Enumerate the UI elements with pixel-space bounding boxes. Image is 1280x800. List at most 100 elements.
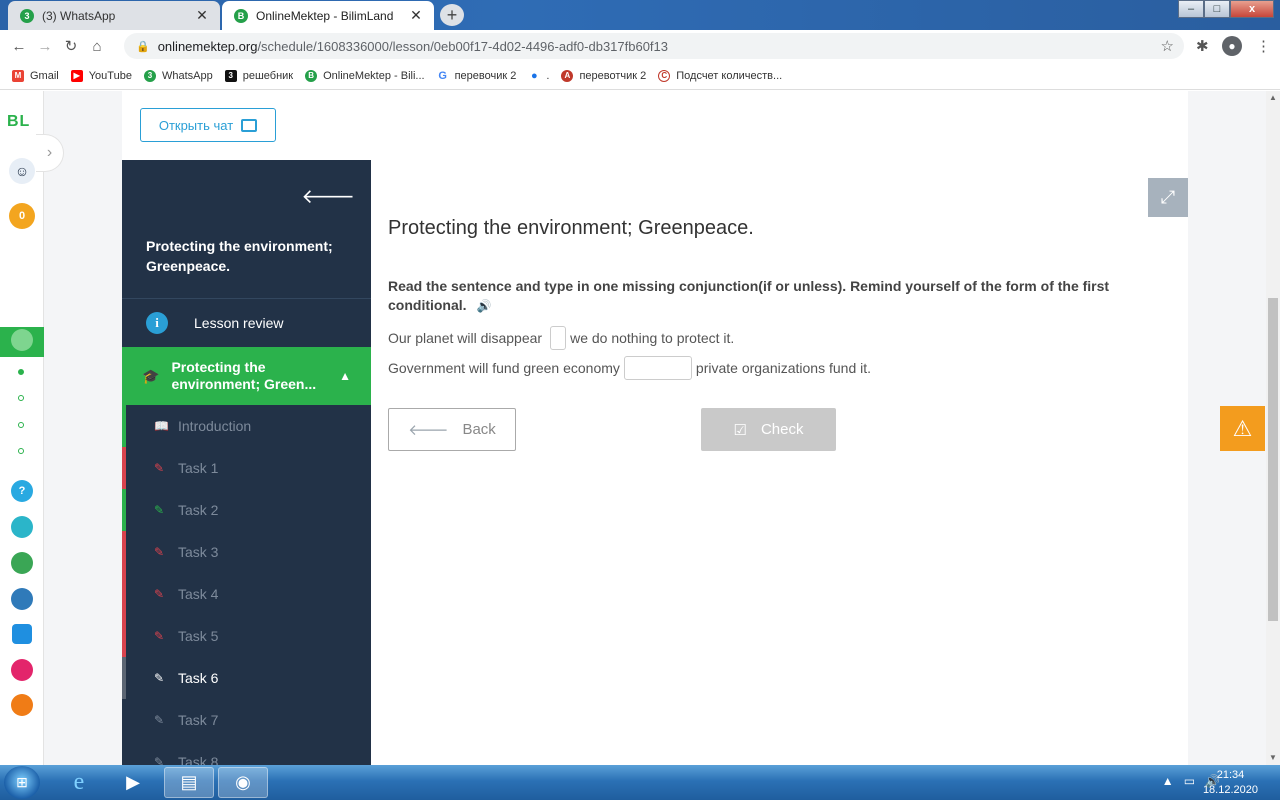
sidebar-item-task-1[interactable]: ✎ Task 1	[122, 447, 371, 489]
rail-dot[interactable]	[18, 395, 24, 401]
left-rail: BL ☺ 0 ?	[0, 91, 44, 765]
sidebar-item-task-3[interactable]: ✎ Task 3	[122, 531, 371, 573]
sentence-1-after: we do nothing to protect it.	[570, 330, 735, 346]
scroll-up-icon[interactable]: ▲	[1269, 93, 1277, 102]
minimize-button[interactable]: –	[1178, 0, 1204, 18]
bilimland-logo[interactable]: BL	[7, 113, 30, 131]
bookmark-whatsapp[interactable]: 3 WhatsApp	[143, 69, 213, 82]
help-icon[interactable]: ?	[11, 480, 33, 502]
back-button[interactable]: 🡐 Back	[388, 408, 516, 451]
home-icon[interactable]: ⌂	[84, 38, 110, 55]
chrome-icon[interactable]: ◉	[218, 767, 268, 798]
twig-icon[interactable]	[11, 659, 33, 681]
chat-icon	[241, 118, 258, 132]
maximize-button[interactable]: □	[1204, 0, 1230, 18]
expand-rail-button[interactable]: ›	[36, 134, 64, 172]
browser-toolbar: ← → ↻ ⌂ 🔒 onlinemektep.org/schedule/1608…	[0, 30, 1280, 62]
sidebar-item-task-8[interactable]: ✎ Task 8	[122, 741, 371, 765]
scrollbar-thumb[interactable]	[1268, 298, 1278, 621]
new-tab-button[interactable]: +	[440, 4, 464, 26]
youtube-icon: ▶	[70, 69, 83, 82]
fullscreen-button[interactable]: ⤢	[1148, 178, 1188, 217]
bilimland-icon: B	[305, 69, 318, 82]
tab-onlinemektep[interactable]: B OnlineMektep - BilimLand ✕	[222, 1, 434, 30]
close-tab-icon[interactable]: ✕	[408, 7, 424, 24]
reload-icon[interactable]: ↻	[58, 37, 84, 55]
checklist-icon[interactable]	[12, 624, 32, 644]
bookmark-perevochik[interactable]: Gперевочик 2	[436, 69, 516, 82]
bookmark-gmail[interactable]: M Gmail	[12, 69, 59, 82]
windows-logo-icon: ⊞	[16, 774, 28, 790]
bookmark-dot[interactable]: ●.	[528, 69, 550, 82]
tab-whatsapp[interactable]: 3 (3) WhatsApp ✕	[8, 1, 220, 30]
bookmark-youtube[interactable]: ▶ YouTube	[70, 69, 132, 82]
sidebar-item-task-7[interactable]: ✎ Task 7	[122, 699, 371, 741]
answer-input-1[interactable]	[550, 326, 567, 350]
scroll-down-icon[interactable]: ▼	[1269, 753, 1277, 762]
sidebar-item-task-4[interactable]: ✎ Task 4	[122, 573, 371, 615]
start-button[interactable]: ⊞	[4, 766, 40, 799]
user-avatar[interactable]: ☺	[9, 158, 35, 184]
open-chat-button[interactable]: Открыть чат	[140, 108, 276, 142]
bookmark-reshebnik[interactable]: 3 решебник	[224, 69, 293, 82]
url-path: /schedule/1608336000/lesson/0eb00f17-4d0…	[257, 38, 669, 54]
bookmark-perevotchik[interactable]: Aперевотчик 2	[561, 69, 646, 82]
whatsapp-favicon-icon: 3	[20, 8, 34, 23]
bookmark-star-icon[interactable]: ☆	[1161, 37, 1174, 55]
bookmark-onlinemektep[interactable]: B OnlineMektep - Bili...	[305, 69, 425, 82]
sidebar-item-label: Lesson review	[194, 314, 284, 331]
rail-dot[interactable]	[18, 448, 24, 454]
book-icon: 📖	[154, 419, 169, 433]
network-icon[interactable]: ▭	[1184, 774, 1195, 788]
bookmark-label: .	[546, 69, 550, 82]
close-tab-icon[interactable]: ✕	[194, 7, 210, 24]
browser-tab-bar: 3 (3) WhatsApp ✕ B OnlineMektep - BilimL…	[0, 0, 1280, 30]
bilimbook-icon[interactable]	[11, 588, 33, 610]
close-window-button[interactable]: x	[1230, 0, 1274, 18]
media-player-icon[interactable]: ▶	[108, 767, 158, 798]
bilimland-app-icon[interactable]	[11, 552, 33, 574]
sentence-1: Our planet will disappear we do nothing …	[388, 326, 734, 350]
speaker-icon[interactable]: 🔊	[476, 299, 491, 313]
pisa-icon[interactable]	[11, 516, 33, 538]
edit-icon: ✎	[154, 545, 165, 559]
sidebar-item-task-5[interactable]: ✎ Task 5	[122, 615, 371, 657]
sidebar-item-task-2[interactable]: ✎ Task 2	[122, 489, 371, 531]
file-explorer-icon[interactable]: ▤	[164, 767, 214, 798]
online-lesson-icon[interactable]	[11, 329, 33, 351]
info-icon: i	[146, 311, 168, 334]
imagine-icon[interactable]	[11, 694, 33, 716]
rail-dot[interactable]	[18, 422, 24, 428]
sidebar-item-lesson-review[interactable]: i Lesson review	[122, 298, 371, 346]
sidebar-section-current[interactable]: 🎓 Protecting the environment; Green... ▲	[122, 347, 371, 405]
sidebar-item-label: Task 4	[178, 586, 219, 602]
extensions-puzzle-icon[interactable]: ✱	[1196, 37, 1209, 55]
address-bar[interactable]: 🔒 onlinemektep.org/schedule/1608336000/l…	[124, 33, 1184, 59]
edit-icon: ✎	[154, 755, 165, 765]
sidebar-item-label: Task 3	[178, 544, 219, 560]
page-scrollbar[interactable]: ▲ ▼	[1266, 91, 1280, 765]
sidebar-item-introduction[interactable]: 📖 Introduction	[122, 405, 371, 447]
edit-icon: ✎	[154, 713, 165, 727]
edit-icon: ✎	[154, 629, 165, 643]
profile-avatar-icon[interactable]: ●	[1222, 36, 1242, 56]
sidebar-item-label: Task 8	[178, 754, 219, 765]
copyright-icon: C	[658, 69, 671, 82]
answer-input-2[interactable]	[623, 356, 692, 380]
arrow-left-icon[interactable]: 🡐	[301, 184, 355, 209]
forward-arrow-icon[interactable]: →	[32, 38, 58, 55]
bookmark-podschet[interactable]: C Подсчет количеств...	[658, 69, 782, 82]
back-arrow-icon[interactable]: ←	[6, 38, 32, 55]
check-button[interactable]: ☑ Check	[701, 408, 836, 451]
lock-icon: 🔒	[136, 40, 150, 53]
rail-dot[interactable]	[18, 369, 24, 375]
browser-menu-icon[interactable]: ⋮	[1256, 37, 1271, 55]
sidebar-item-task-6[interactable]: ✎ Task 6	[122, 657, 371, 699]
translator-icon: A	[561, 69, 574, 82]
internet-explorer-icon[interactable]: e	[54, 767, 104, 798]
warning-button[interactable]: ⚠	[1220, 406, 1265, 451]
sidebar-section-label: Protecting the environment; Green...	[171, 359, 317, 392]
tray-arrow-icon[interactable]: ▲	[1162, 774, 1174, 788]
system-clock[interactable]: 21:34 18.12.2020	[1203, 768, 1258, 798]
score-badge[interactable]: 0	[9, 203, 35, 229]
